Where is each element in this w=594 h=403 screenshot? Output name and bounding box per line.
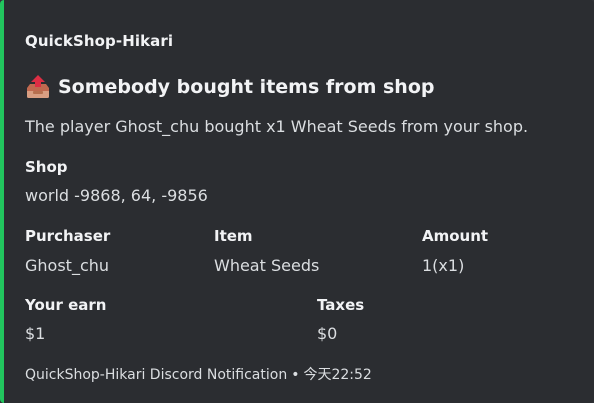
discord-embed: QuickShop-Hikari Somebody bought items f… xyxy=(0,0,594,403)
field-name-taxes: Taxes xyxy=(317,296,365,314)
field-name-earn: Your earn xyxy=(25,296,107,314)
embed-author: QuickShop-Hikari xyxy=(25,32,174,50)
embed-description: The player Ghost_chu bought x1 Wheat See… xyxy=(25,117,529,136)
field-value-purchaser: Ghost_chu xyxy=(25,256,110,275)
field-name-shop: Shop xyxy=(25,158,68,176)
field-value-item: Wheat Seeds xyxy=(214,256,320,275)
embed-title: Somebody bought items from shop xyxy=(58,76,435,98)
embed-accent-bar xyxy=(0,0,4,403)
embed-footer: QuickShop-Hikari Discord Notification • 今天… xyxy=(25,364,372,384)
outbox-tray-icon xyxy=(27,75,49,98)
footer-text: QuickShop-Hikari Discord Notification xyxy=(25,367,288,383)
field-value-amount: 1(x1) xyxy=(422,256,465,275)
field-value-shop: world -9868, 64, -9856 xyxy=(25,186,208,205)
footer-timestamp: 今天22:52 xyxy=(303,367,372,383)
embed-title-row: Somebody bought items from shop xyxy=(25,73,434,101)
field-name-purchaser: Purchaser xyxy=(25,227,111,245)
footer-separator: • xyxy=(291,367,300,383)
field-value-taxes: $0 xyxy=(317,324,338,343)
field-name-amount: Amount xyxy=(422,227,489,245)
field-value-earn: $1 xyxy=(25,324,46,343)
field-name-item: Item xyxy=(214,227,253,245)
